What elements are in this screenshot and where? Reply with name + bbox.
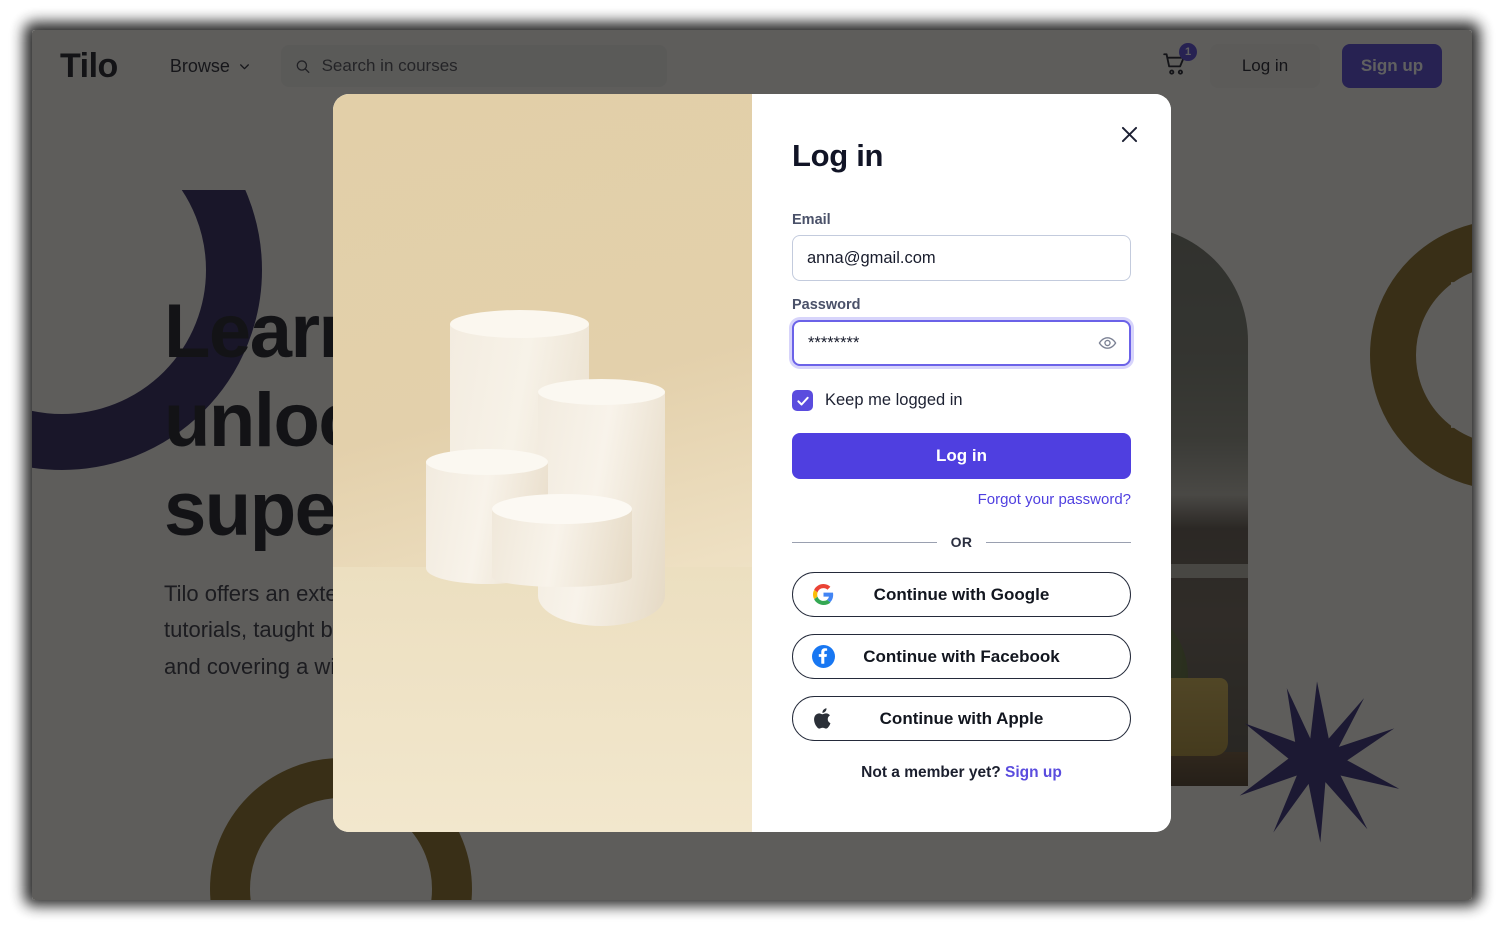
continue-with-facebook-label: Continue with Facebook [863,646,1060,666]
apple-icon [811,707,835,731]
pedestal-squat-front [492,494,632,587]
continue-with-google-button[interactable]: Continue with Google [792,572,1131,617]
page-root: Learn unloc super Tilo offers an exten t… [0,0,1504,938]
password-visibility-toggle[interactable] [1096,332,1119,355]
continue-with-google-label: Continue with Google [873,584,1050,604]
divider-label: OR [950,534,973,550]
google-icon [811,583,835,607]
close-icon [1121,126,1137,142]
keep-logged-in-checkbox[interactable] [792,390,813,411]
submit-login-button[interactable]: Log in [792,433,1131,479]
keep-logged-in-label: Keep me logged in [825,391,963,409]
check-icon [796,396,809,405]
signup-prompt-text: Not a member yet? [861,764,1001,781]
or-divider: OR [792,534,1131,550]
modal-title: Log in [792,138,884,173]
email-field-group: Email [792,212,1131,281]
continue-with-apple-button[interactable]: Continue with Apple [792,696,1131,741]
modal-illustration [333,94,752,832]
divider-line-left [792,541,937,543]
keep-logged-in-row[interactable]: Keep me logged in [792,390,1131,411]
forgot-password-link[interactable]: Forgot your password? [792,491,1131,508]
continue-with-facebook-button[interactable]: Continue with Facebook [792,634,1131,679]
eye-icon [1098,337,1117,349]
divider-line-right [986,541,1131,543]
close-button[interactable] [1113,118,1145,150]
email-input[interactable] [792,235,1131,281]
email-label: Email [792,212,831,228]
browser-viewport: Learn unloc super Tilo offers an exten t… [32,30,1472,900]
facebook-icon [811,645,835,669]
login-modal: Log in Email Password [333,94,1171,832]
password-input[interactable] [792,320,1131,366]
signup-link[interactable]: Sign up [1005,764,1062,781]
password-field-group: Password [792,297,1131,366]
signup-prompt: Not a member yet? Sign up [792,764,1131,782]
password-label: Password [792,297,861,313]
login-form: Log in Email Password [752,94,1171,832]
continue-with-apple-label: Continue with Apple [879,708,1044,728]
